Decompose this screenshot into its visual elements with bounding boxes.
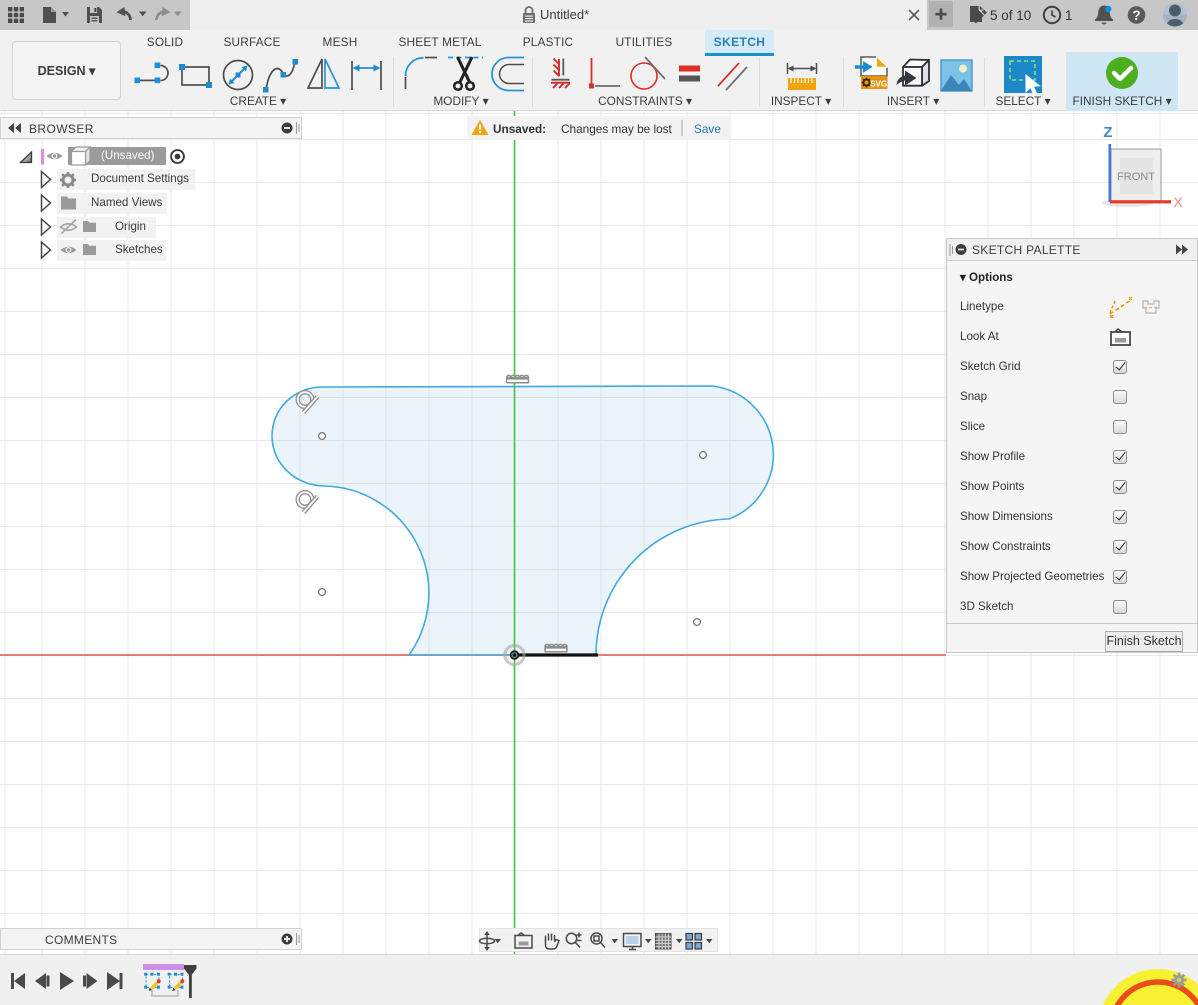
svg-text:X: X [1173, 194, 1183, 210]
svg-text:?: ? [1132, 8, 1140, 23]
svg-text:Z: Z [1103, 124, 1112, 141]
svg-text:SVG: SVG [870, 79, 888, 89]
svg-text:FRONT: FRONT [1117, 171, 1155, 183]
